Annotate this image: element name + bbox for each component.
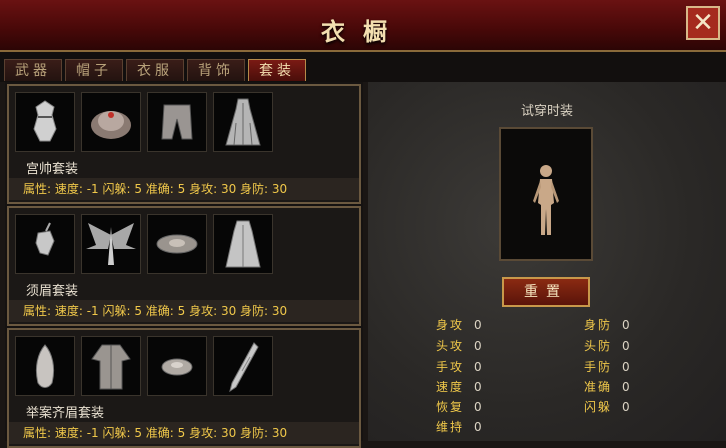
hat-icon	[91, 111, 131, 139]
window-title: 衣橱	[321, 17, 405, 46]
cape-icon	[225, 220, 261, 268]
category-tabs: 武器 帽子 衣服 背饰 套装	[0, 52, 726, 82]
cape-icon	[229, 342, 259, 393]
stat-hand-attack: 手攻 0	[436, 360, 482, 374]
tab-clothes[interactable]: 衣服	[126, 59, 184, 81]
set-list: 宫帅套装 属性: 速度: -1 闪躲: 5 准确: 5 身攻: 30 身防: 3…	[5, 82, 363, 448]
close-icon: ✕	[692, 8, 714, 38]
item-slot[interactable]	[15, 336, 75, 396]
stat-body-defense: 身防 0	[584, 318, 630, 332]
set-name: 宫帅套装	[26, 162, 79, 177]
stat-head-attack: 头攻 0	[436, 339, 482, 353]
pants-icon	[161, 104, 193, 140]
headgear-icon	[35, 344, 55, 388]
stat-speed: 速度 0	[436, 380, 482, 394]
hat-icon	[156, 234, 198, 254]
stat-recovery: 恢复 0	[436, 400, 482, 414]
wings-icon	[86, 223, 136, 265]
set-card[interactable]: 宫帅套装 属性: 速度: -1 闪躲: 5 准确: 5 身攻: 30 身防: 3…	[7, 84, 361, 204]
set-name: 举案齐眉套装	[26, 406, 105, 421]
item-slot[interactable]	[147, 336, 207, 396]
stat-accuracy: 准确 0	[584, 380, 630, 394]
tab-hats[interactable]: 帽子	[65, 59, 123, 81]
item-slot[interactable]	[15, 214, 75, 274]
stat-hand-defense: 手防 0	[584, 360, 630, 374]
set-attributes: 属性: 速度: -1 闪躲: 5 准确: 5 身攻: 30 身防: 30	[9, 300, 359, 322]
tab-weapons[interactable]: 武器	[4, 59, 62, 81]
item-slot[interactable]	[81, 92, 141, 152]
headgear-icon	[35, 222, 55, 256]
stat-head-defense: 头防 0	[584, 339, 630, 353]
item-slot[interactable]	[213, 214, 273, 274]
item-slot[interactable]	[147, 92, 207, 152]
hat-icon	[161, 358, 193, 376]
item-slot[interactable]	[15, 92, 75, 152]
set-attributes: 属性: 速度: -1 闪躲: 5 准确: 5 身攻: 30 身防: 30	[9, 178, 359, 200]
tab-sets[interactable]: 套装	[248, 59, 306, 81]
tab-back[interactable]: 背饰	[187, 59, 245, 81]
preview-panel: 试穿时装 重置 身攻 0 头攻 0 手攻 0 速度 0 恢复 0 维持 0 身防 0 头防 0 …	[368, 82, 726, 441]
stat-sustain: 维持 0	[436, 420, 482, 434]
helmet-icon	[33, 100, 57, 142]
stat-body-attack: 身攻 0	[436, 318, 482, 332]
set-card[interactable]: 举案齐眉套装 属性: 速度: -1 闪躲: 5 准确: 5 身攻: 30 身防:…	[7, 328, 361, 448]
preview-title: 试穿时装	[520, 104, 573, 119]
stat-dodge: 闪躲 0	[584, 400, 630, 414]
item-slot[interactable]	[81, 336, 141, 396]
robe-icon	[91, 344, 131, 390]
set-card[interactable]: 须眉套装 属性: 速度: -1 闪躲: 5 准确: 5 身攻: 30 身防: 3…	[7, 206, 361, 326]
character-figure-icon	[533, 165, 559, 235]
close-button[interactable]: ✕	[686, 6, 720, 40]
reset-button[interactable]: 重置	[502, 277, 590, 307]
item-slot[interactable]	[147, 214, 207, 274]
character-preview	[499, 127, 593, 261]
item-slot[interactable]	[213, 92, 273, 152]
cape-icon	[225, 98, 261, 146]
item-slot[interactable]	[81, 214, 141, 274]
set-name: 须眉套装	[26, 284, 79, 299]
item-slot[interactable]	[213, 336, 273, 396]
title-bar: 衣橱 ✕	[0, 0, 726, 52]
